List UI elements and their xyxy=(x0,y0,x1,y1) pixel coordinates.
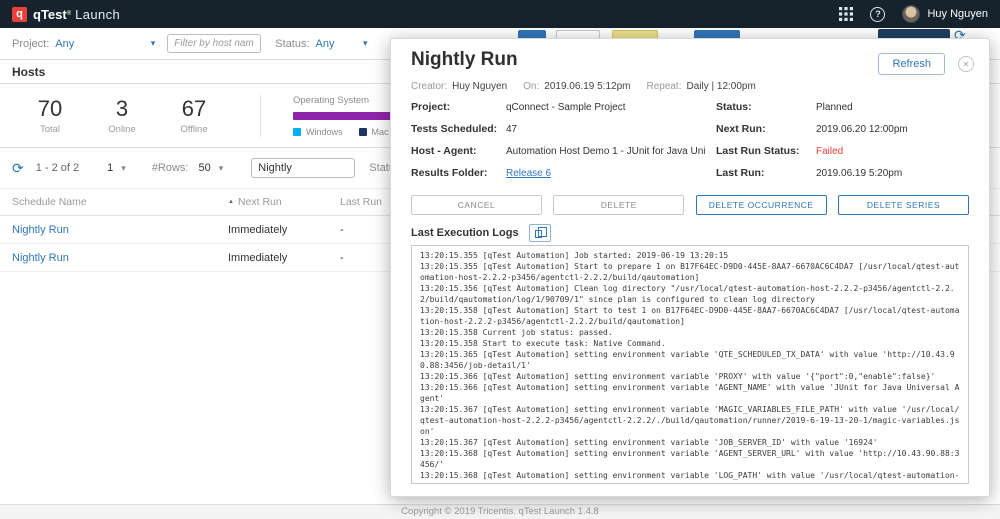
chevron-down-icon: ▾ xyxy=(219,163,224,174)
field-project: Project: qConnect - Sample Project xyxy=(411,101,706,113)
legend-item-windows: Windows xyxy=(293,127,343,137)
legend-label-windows: Windows xyxy=(306,127,343,137)
apps-grid-icon[interactable] xyxy=(839,7,853,21)
repeat-label: Repeat: xyxy=(646,81,681,92)
status-filter-dropdown[interactable]: Any ▾ xyxy=(316,38,368,50)
copy-icon xyxy=(535,230,542,238)
created-on-label: On: xyxy=(523,81,539,92)
field-host-agent: Host - Agent: Automation Host Demo 1 - J… xyxy=(411,145,706,157)
status-filter-value: Any xyxy=(316,38,335,50)
rows-label: #Rows: xyxy=(152,162,189,174)
chevron-down-icon: ▾ xyxy=(363,38,368,49)
column-next-run-label: Next Run xyxy=(238,196,282,208)
cell-next-run: Immediately xyxy=(228,224,340,236)
field-tests-scheduled: Tests Scheduled: 47 xyxy=(411,123,706,135)
hosts-section-title: Hosts xyxy=(12,65,45,79)
footer-copyright: Copyright © 2019 Tricentis. qTest Launch… xyxy=(0,504,1000,519)
execution-logs-title: Last Execution Logs xyxy=(411,227,519,239)
brand-registered-mark: ® xyxy=(67,11,71,17)
repeat-value: Daily | 12:00pm xyxy=(687,81,756,92)
schedule-search-input[interactable] xyxy=(251,158,355,178)
creator-value: Huy Nguyen xyxy=(452,81,507,92)
modal-title: Nightly Run xyxy=(411,49,518,71)
field-next-run: Next Run: 2019.06.20 12:00pm xyxy=(716,123,969,135)
field-results-folder: Results Folder: Release 6 xyxy=(411,167,706,179)
stats-divider xyxy=(260,95,261,137)
navbar-right-cluster: ? Huy Nguyen xyxy=(839,5,988,23)
top-navbar: q qTest ® Launch ? Huy Nguyen xyxy=(0,0,1000,28)
legend-label-mac: Mac xyxy=(372,127,389,137)
page-dropdown-value: 1 xyxy=(107,162,113,174)
field-last-run: Last Run: 2019.06.19 5:20pm xyxy=(716,167,969,179)
execution-logs-header: Last Execution Logs xyxy=(411,224,551,242)
field-last-run-status: Last Run Status: Failed xyxy=(716,145,969,157)
chevron-down-icon: ▾ xyxy=(151,38,156,49)
schedule-link[interactable]: Nightly Run xyxy=(12,224,69,236)
app-root: q qTest ® Launch ? Huy Nguyen Project: A… xyxy=(0,0,1000,519)
host-name-filter-input[interactable] xyxy=(167,34,261,53)
field-status: Status: Planned xyxy=(716,101,969,113)
qtest-logo-icon: q xyxy=(12,7,27,22)
stat-offline: 67 Offline xyxy=(158,96,230,135)
rows-dropdown-value: 50 xyxy=(199,162,211,174)
modal-meta-row: Creator: Huy Nguyen On: 2019.06.19 5:12p… xyxy=(411,81,772,92)
schedule-link[interactable]: Nightly Run xyxy=(12,252,69,264)
user-avatar xyxy=(902,5,920,23)
delete-series-button[interactable]: DELETE SERIES xyxy=(838,195,969,215)
brand-name: qTest xyxy=(33,7,67,22)
rows-dropdown[interactable]: 50 ▾ xyxy=(199,162,224,174)
user-name: Huy Nguyen xyxy=(927,8,988,20)
modal-action-buttons: CANCEL DELETE DELETE OCCURRENCE DELETE S… xyxy=(411,195,969,215)
sort-ascending-icon: ▲ xyxy=(228,199,234,205)
stat-online: 3 Online xyxy=(86,96,158,135)
close-icon[interactable]: ✕ xyxy=(958,56,974,72)
refresh-button[interactable]: Refresh xyxy=(878,53,945,75)
modal-fields-grid: Project: qConnect - Sample Project Statu… xyxy=(411,101,969,179)
stat-online-value: 3 xyxy=(86,96,158,122)
copy-logs-button[interactable] xyxy=(529,224,551,242)
results-folder-link[interactable]: Release 6 xyxy=(506,168,551,179)
delete-occurrence-button[interactable]: DELETE OCCURRENCE xyxy=(696,195,827,215)
project-filter-dropdown[interactable]: Any ▾ xyxy=(55,38,155,50)
legend-swatch-windows xyxy=(293,128,301,136)
project-filter-value: Any xyxy=(55,38,74,50)
page-dropdown[interactable]: 1 ▾ xyxy=(107,162,126,174)
creator-label: Creator: xyxy=(411,81,447,92)
column-next-run[interactable]: ▲ Next Run xyxy=(228,196,340,208)
stat-total-label: Total xyxy=(14,124,86,135)
stat-total: 70 Total xyxy=(14,96,86,135)
created-on-value: 2019.06.19 5:12pm xyxy=(544,81,630,92)
user-menu[interactable]: Huy Nguyen xyxy=(902,5,988,23)
help-icon[interactable]: ? xyxy=(870,7,885,22)
reload-list-icon[interactable]: ⟳ xyxy=(12,160,24,177)
stat-total-value: 70 xyxy=(14,96,86,122)
cancel-button[interactable]: CANCEL xyxy=(411,195,542,215)
project-filter-label: Project: xyxy=(12,38,49,50)
chevron-down-icon: ▾ xyxy=(121,163,126,174)
delete-button[interactable]: DELETE xyxy=(553,195,684,215)
schedule-detail-modal: Nightly Run Refresh ✕ Creator: Huy Nguye… xyxy=(390,38,990,497)
cell-next-run: Immediately xyxy=(228,252,340,264)
pagination-range: 1 - 2 of 2 xyxy=(36,162,79,174)
legend-swatch-mac xyxy=(359,128,367,136)
stat-offline-label: Offline xyxy=(158,124,230,135)
brand-product-name: Launch xyxy=(75,7,120,22)
status-badge: Failed xyxy=(816,146,843,157)
column-schedule-name[interactable]: Schedule Name xyxy=(12,196,228,208)
stat-offline-value: 67 xyxy=(158,96,230,122)
stat-online-label: Online xyxy=(86,124,158,135)
status-filter-label: Status: xyxy=(275,38,309,50)
execution-log-box[interactable]: 13:20:15.355 [qTest Automation] Job star… xyxy=(411,245,969,484)
legend-item-mac: Mac xyxy=(359,127,389,137)
